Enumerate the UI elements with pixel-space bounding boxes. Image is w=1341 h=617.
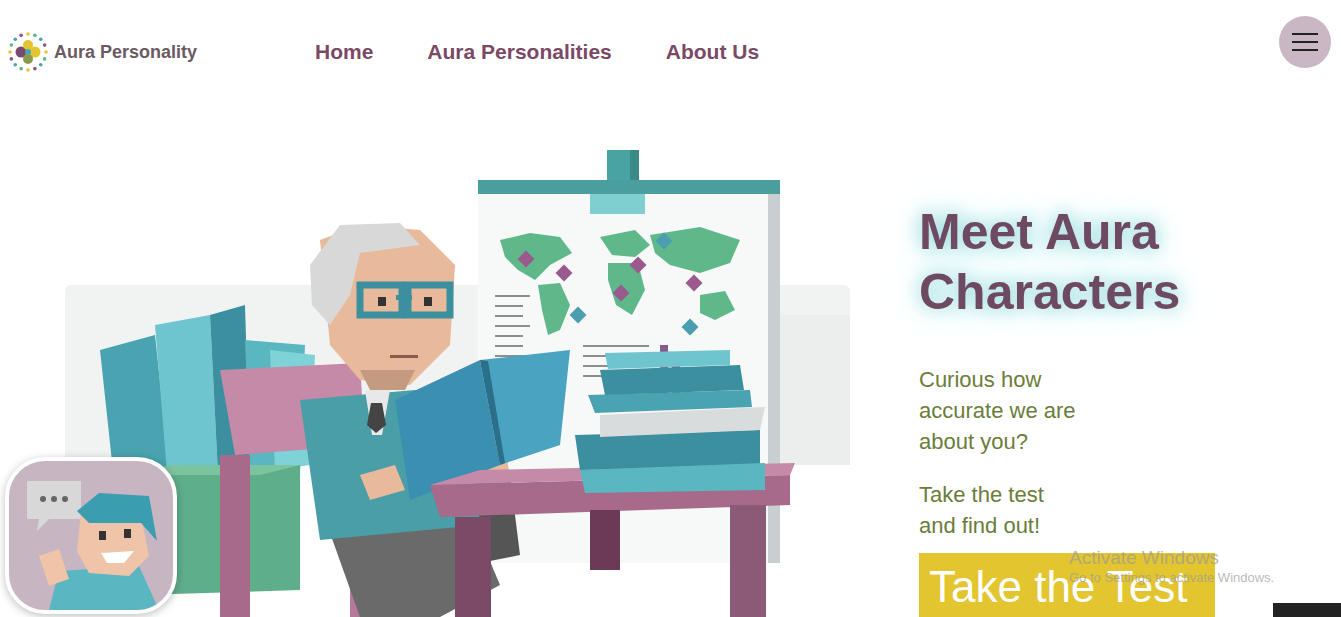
nav-link[interactable]: Home (315, 36, 373, 68)
nav-link[interactable]: Aura Personalities (427, 36, 611, 68)
hero-question: Curious how accurate we are about you? (919, 364, 1084, 457)
hero-cta-text: Take the test and find out! (919, 479, 1084, 541)
menu-line-icon (1292, 49, 1318, 51)
main-nav: Home Aura Personalities About Us (315, 32, 759, 68)
hero-illustration (60, 145, 860, 617)
taskbar-corner (1273, 603, 1341, 617)
watermark-subtitle: Go to Settings to activate Windows. (1069, 569, 1274, 587)
logo[interactable]: Aura Personality (0, 26, 315, 74)
menu-line-icon (1292, 33, 1318, 35)
take-test-button[interactable]: Take the Test (919, 553, 1215, 617)
activation-watermark: Activate WindowsGo to Settings to activa… (1069, 547, 1274, 587)
menu-line-icon (1292, 41, 1318, 43)
page: Aura Personality Home Aura Personalities Ab… (0, 0, 1341, 617)
menu-button[interactable] (1279, 16, 1331, 68)
logo-icon (6, 30, 50, 74)
hero: Meet Aura Characters Curious how accurate… (0, 100, 1341, 617)
header: Aura Personality Home Aura Personalities Ab… (0, 0, 1341, 100)
hero-text: Meet Aura Characters Curious how accurate… (919, 100, 1219, 617)
nav-link[interactable]: About Us (666, 36, 759, 68)
watermark-title: Activate Windows (1069, 547, 1274, 569)
assistant-avatar-icon (9, 461, 173, 610)
hero-title: Meet Aura Characters (919, 202, 1219, 322)
chat-avatar-button[interactable] (5, 457, 177, 614)
logo-text: Aura Personality (54, 39, 197, 66)
